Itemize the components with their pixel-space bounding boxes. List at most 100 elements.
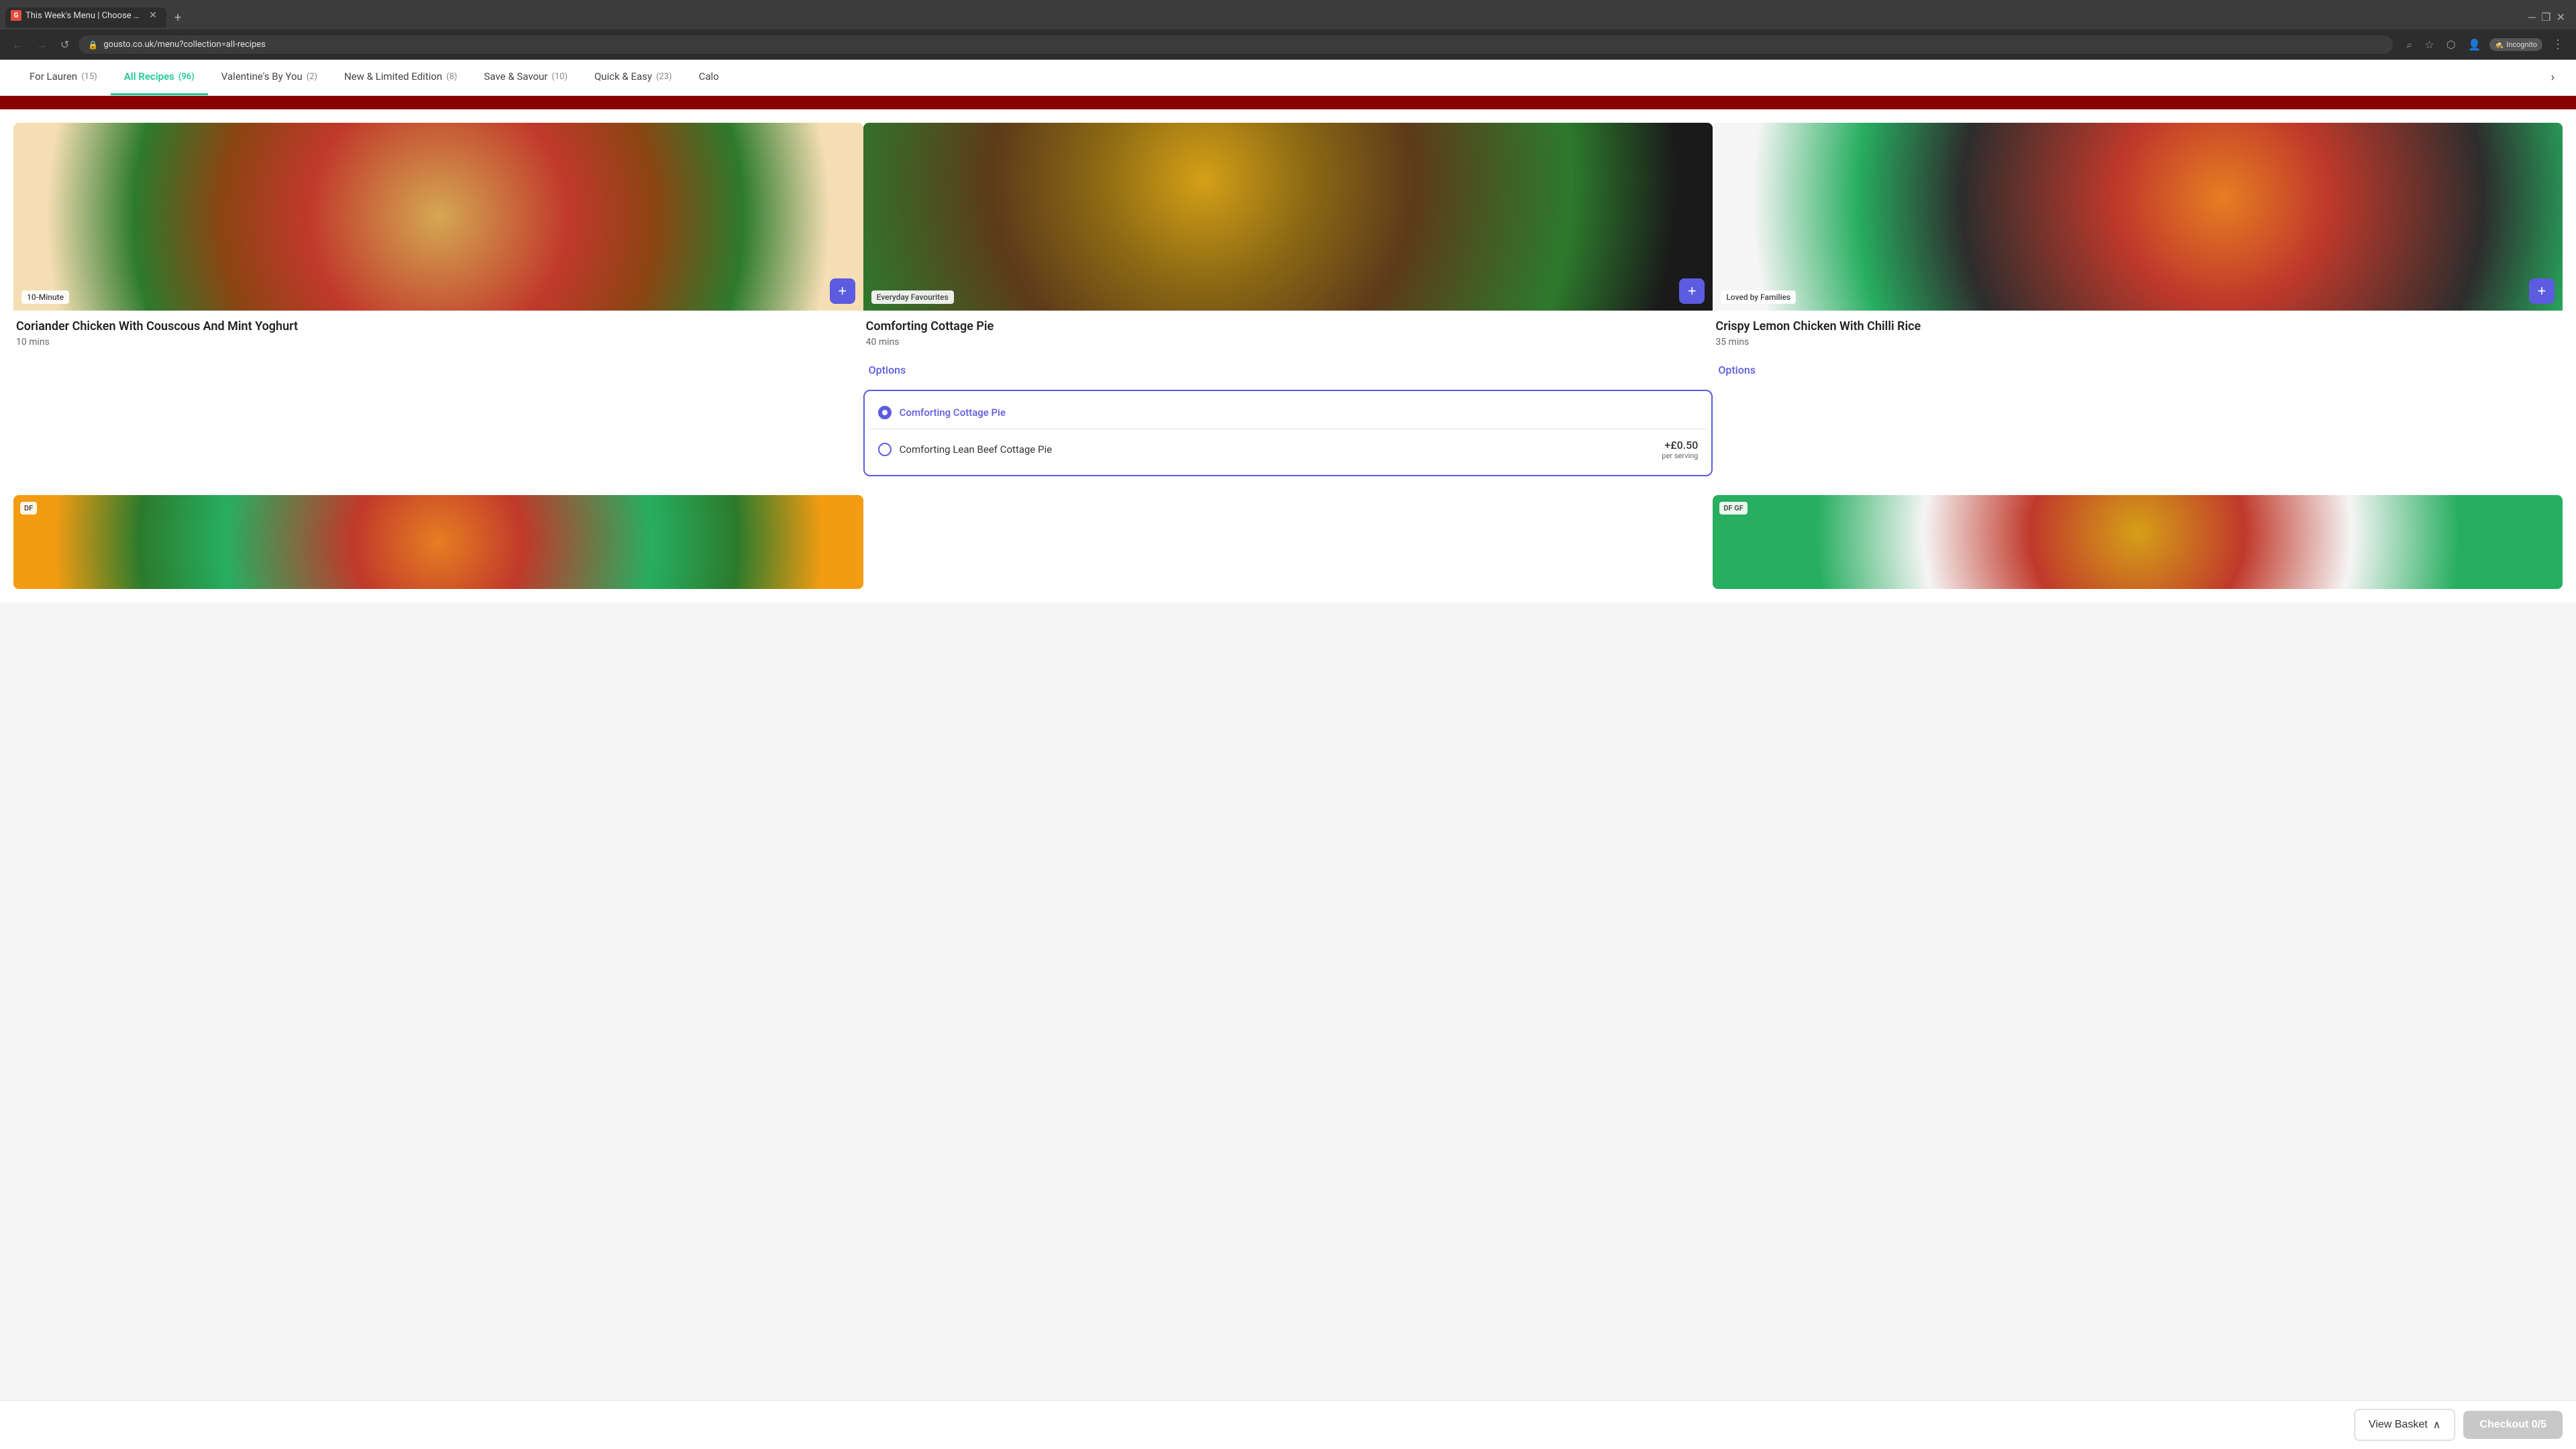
category-for-lauren-label: For Lauren xyxy=(30,70,77,83)
category-new-limited[interactable]: New & Limited Edition (8) xyxy=(331,60,470,95)
category-nav: For Lauren (15) All Recipes (96) Valenti… xyxy=(0,60,2576,96)
recipe-grid: 10-Minute + Coriander Chicken With Cousc… xyxy=(0,109,2576,495)
recipe-title-chicken: Crispy Lemon Chicken With Chilli Rice xyxy=(1715,319,2560,334)
recipe-time-chicken: 35 mins xyxy=(1715,337,2560,347)
option-label-lean: Comforting Lean Beef Cottage Pie xyxy=(900,443,1654,455)
url-text: gousto.co.uk/menu?collection=all-recipes xyxy=(103,40,266,50)
add-button-chicken[interactable]: + xyxy=(2529,278,2555,304)
option-radio-lean xyxy=(878,443,892,456)
page-content: For Lauren (15) All Recipes (96) Valenti… xyxy=(0,60,2576,602)
category-save-savour-count: (10) xyxy=(551,72,568,82)
recipe-card-empty xyxy=(863,495,1713,589)
recipe-title-pie: Comforting Cottage Pie xyxy=(866,319,1711,334)
tab-favicon: G xyxy=(11,10,21,21)
back-button[interactable]: ← xyxy=(8,36,27,54)
category-nav-arrow[interactable]: › xyxy=(2546,60,2560,95)
diet-badge-df-gf: DF GF xyxy=(1719,502,1747,515)
category-valentines[interactable]: Valentine's By You (2) xyxy=(208,60,331,95)
options-link-pie[interactable]: Options xyxy=(866,358,909,382)
recipe-image-coriander xyxy=(13,123,863,311)
forward-button[interactable]: → xyxy=(32,36,51,54)
view-basket-button[interactable]: View Basket ∧ xyxy=(2354,1409,2455,1441)
category-new-limited-label: New & Limited Edition xyxy=(344,70,442,83)
recipe-grid-row2: DF DF GF xyxy=(0,495,2576,602)
diet-badge-df: DF xyxy=(20,502,37,515)
recipe-image-df-salad xyxy=(13,495,863,589)
tab-title: This Week's Menu | Choose Fro... xyxy=(25,11,144,21)
recipe-tag-pie: Everyday Favourites xyxy=(871,290,954,304)
category-all-recipes-label: All Recipes xyxy=(124,70,174,83)
recipe-time-coriander: 10 mins xyxy=(16,337,861,347)
profile-icon[interactable]: 👤 xyxy=(2465,36,2484,54)
recipe-tag-chicken: Loved by Families xyxy=(1721,290,1796,304)
category-calorie[interactable]: Calo xyxy=(686,60,733,95)
recipe-image-wrap-pie: Everyday Favourites + xyxy=(863,123,1713,311)
recipe-card-lemon-chicken: Loved by Families + Crispy Lemon Chicken… xyxy=(1713,123,2563,482)
recipe-tag-coriander: 10-Minute xyxy=(21,290,69,304)
recipe-card-cottage-pie: Everyday Favourites + Comforting Cottage… xyxy=(863,123,1713,482)
recipe-title-coriander: Coriander Chicken With Couscous And Mint… xyxy=(16,319,861,334)
incognito-label: Incognito xyxy=(2506,40,2537,49)
search-icon[interactable]: ⌕ xyxy=(2404,36,2415,54)
address-bar-actions: ⌕ ☆ ⬡ 👤 xyxy=(2404,36,2483,54)
view-basket-chevron: ∧ xyxy=(2433,1418,2441,1432)
category-quick-easy-label: Quick & Easy xyxy=(594,70,652,83)
category-for-lauren[interactable]: For Lauren (15) xyxy=(16,60,111,95)
category-quick-easy[interactable]: Quick & Easy (23) xyxy=(581,60,686,95)
option-row-standard[interactable]: Comforting Cottage Pie xyxy=(870,396,1707,429)
recipe-info-pie: Comforting Cottage Pie 40 mins xyxy=(863,311,1713,356)
category-save-savour-label: Save & Savour xyxy=(484,70,548,83)
recipe-info-chicken: Crispy Lemon Chicken With Chilli Rice 35… xyxy=(1713,311,2563,356)
category-calorie-label: Calo xyxy=(699,70,719,83)
category-save-savour[interactable]: Save & Savour (10) xyxy=(471,60,581,95)
incognito-badge: 🕵 Incognito xyxy=(2489,38,2543,51)
category-new-limited-count: (8) xyxy=(446,72,457,82)
category-all-recipes-count: (96) xyxy=(178,72,195,82)
checkout-button[interactable]: Checkout 0/5 xyxy=(2463,1411,2563,1439)
add-button-coriander[interactable]: + xyxy=(830,278,855,304)
options-link-chicken[interactable]: Options xyxy=(1715,358,1758,382)
close-window-button[interactable]: ✕ xyxy=(2557,11,2565,24)
browser-menu-button[interactable]: ⋮ xyxy=(2548,35,2568,54)
option-price-amount: +£0.50 xyxy=(1664,439,1698,451)
recipe-image-chicken xyxy=(1713,123,2563,311)
recipe-card-df-gf-salad: DF GF xyxy=(1713,495,2563,589)
window-controls: ─ ❐ ✕ xyxy=(2523,5,2571,30)
category-all-recipes[interactable]: All Recipes (96) xyxy=(111,60,208,95)
add-button-pie[interactable]: + xyxy=(1679,278,1705,304)
recipe-card-coriander-chicken: 10-Minute + Coriander Chicken With Cousc… xyxy=(13,123,863,482)
recipe-time-pie: 40 mins xyxy=(866,337,1711,347)
address-bar-row: ← → ↺ 🔒 gousto.co.uk/menu?collection=all… xyxy=(0,30,2576,60)
recipe-image-wrap-coriander: 10-Minute + xyxy=(13,123,863,311)
active-tab[interactable]: G This Week's Menu | Choose Fro... ✕ xyxy=(5,7,166,28)
extensions-icon[interactable]: ⬡ xyxy=(2444,36,2459,54)
red-banner xyxy=(0,96,2576,109)
recipe-card-df-salad: DF xyxy=(13,495,863,589)
restore-button[interactable]: ❐ xyxy=(2541,11,2551,24)
recipe-image-pie xyxy=(863,123,1713,311)
recipe-image-df-gf-salad xyxy=(1713,495,2563,589)
view-basket-label: View Basket xyxy=(2369,1419,2428,1431)
incognito-icon: 🕵 xyxy=(2495,40,2504,49)
option-price-lean: +£0.50 per serving xyxy=(1662,439,1698,460)
option-radio-standard xyxy=(878,406,892,419)
option-row-lean[interactable]: Comforting Lean Beef Cottage Pie +£0.50 … xyxy=(870,429,1707,470)
new-tab-button[interactable]: + xyxy=(169,8,186,28)
bottom-bar: View Basket ∧ Checkout 0/5 xyxy=(0,1400,2576,1449)
option-price-sub: per serving xyxy=(1662,451,1698,460)
address-bar[interactable]: 🔒 gousto.co.uk/menu?collection=all-recip… xyxy=(78,36,2393,54)
category-quick-easy-count: (23) xyxy=(656,72,672,82)
option-label-standard: Comforting Cottage Pie xyxy=(900,407,1699,419)
options-popup-pie: Comforting Cottage Pie Comforting Lean B… xyxy=(863,390,1713,476)
minimize-button[interactable]: ─ xyxy=(2528,11,2536,24)
category-valentines-label: Valentine's By You xyxy=(221,70,303,83)
bookmark-icon[interactable]: ☆ xyxy=(2422,36,2436,54)
tab-close-button[interactable]: ✕ xyxy=(148,9,158,22)
recipe-image-wrap-chicken: Loved by Families + xyxy=(1713,123,2563,311)
category-for-lauren-count: (15) xyxy=(81,72,97,82)
recipe-info-coriander: Coriander Chicken With Couscous And Mint… xyxy=(13,311,863,356)
tab-bar: G This Week's Menu | Choose Fro... ✕ + ─… xyxy=(0,0,2576,30)
options-area-pie: Options xyxy=(863,356,1713,384)
lock-icon: 🔒 xyxy=(88,40,98,50)
reload-button[interactable]: ↺ xyxy=(56,36,73,54)
